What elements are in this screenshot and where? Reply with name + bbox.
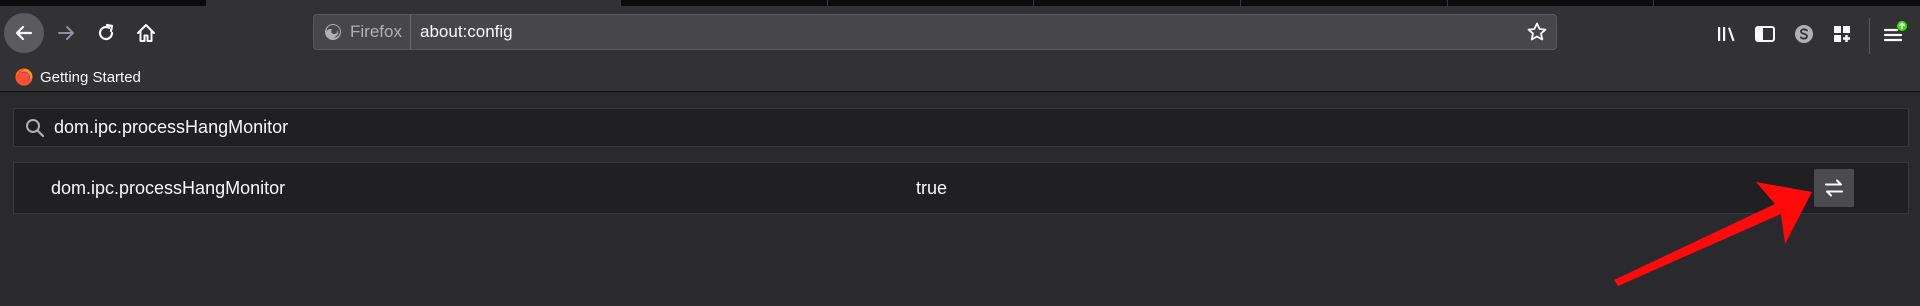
toggle-swap-icon: [1825, 179, 1843, 197]
menu-button[interactable]: [1881, 20, 1909, 48]
firefox-window: Firefox about:config Getting Started dom…: [0, 0, 1920, 306]
search-icon: [26, 119, 45, 138]
preference-row[interactable]: dom.ipc.processHangMonitor true: [13, 162, 1909, 214]
extensions-icon: [1834, 26, 1850, 42]
search-input-value[interactable]: dom.ipc.processHangMonitor: [54, 109, 288, 146]
identity-box[interactable]: Firefox: [322, 15, 411, 49]
account-button[interactable]: [1790, 20, 1818, 48]
forward-arrow-icon: [58, 26, 74, 40]
identity-label: Firefox: [350, 22, 402, 41]
about-config-page: dom.ipc.processHangMonitor dom.ipc.proce…: [0, 92, 1920, 306]
url-text[interactable]: about:config: [420, 15, 513, 49]
extensions-button[interactable]: [1829, 20, 1857, 48]
home-button[interactable]: [126, 13, 166, 53]
url-bar[interactable]: Firefox about:config: [313, 14, 1557, 50]
account-icon: [1795, 25, 1813, 43]
sidebar-icon: [1755, 26, 1775, 42]
bookmark-label: Getting Started: [40, 68, 141, 86]
hamburger-menu-icon: [1883, 21, 1907, 42]
back-button[interactable]: [4, 13, 44, 53]
star-icon[interactable]: [1526, 21, 1548, 43]
back-arrow-icon: [15, 25, 33, 41]
reload-icon: [98, 23, 114, 41]
bookmarks-toolbar: Getting Started: [0, 62, 1920, 92]
toggle-button[interactable]: [1814, 169, 1854, 207]
firefox-favicon-icon: [15, 68, 33, 86]
sidebar-button[interactable]: [1751, 20, 1779, 48]
bookmark-getting-started[interactable]: Getting Started: [14, 65, 141, 89]
reload-button[interactable]: [86, 13, 126, 53]
home-icon: [137, 24, 155, 42]
library-icon: [1718, 27, 1735, 42]
firefox-logo-icon: [325, 24, 341, 40]
preference-search-input[interactable]: dom.ipc.processHangMonitor: [13, 108, 1909, 147]
toolbar-separator: [1869, 18, 1870, 54]
forward-button[interactable]: [46, 13, 86, 53]
preference-name: dom.ipc.processHangMonitor: [51, 178, 286, 198]
library-button[interactable]: [1713, 20, 1741, 48]
preference-value: true: [916, 178, 948, 198]
navigation-toolbar: Firefox about:config: [0, 6, 1920, 62]
